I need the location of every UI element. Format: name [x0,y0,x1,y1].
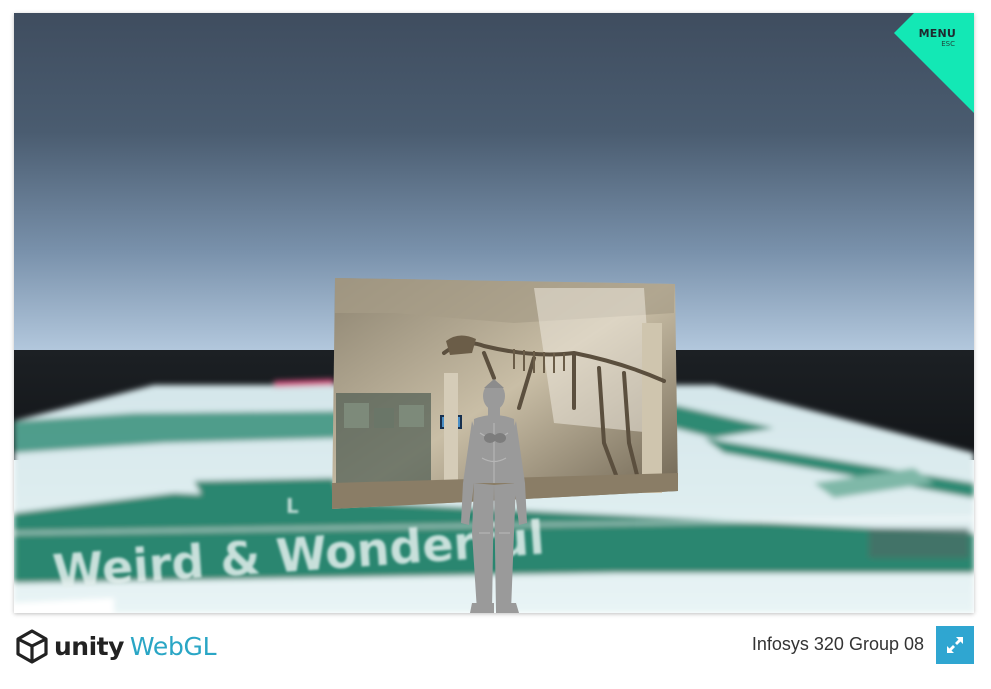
menu-hint: ESC [941,40,955,48]
footer: unity WebGL Infosys 320 Group 08 [14,613,974,673]
build-title: Infosys 320 Group 08 [751,634,924,654]
menu-button[interactable]: MENU ESC [894,13,974,113]
fullscreen-icon [947,637,963,653]
floor-text-back: L [286,494,299,518]
unity-cube-icon [16,629,48,664]
scene-view: Weird & Wonderful L [14,13,974,613]
fullscreen-button[interactable] [936,626,974,664]
unity-webgl-logo: unity WebGL [14,626,217,666]
unity-wordmark: unity [54,631,124,661]
game-canvas[interactable]: Weird & Wonderful L MENU ESC [14,13,974,613]
menu-label: MENU [918,27,956,40]
webgl-wordmark: WebGL [129,631,217,661]
